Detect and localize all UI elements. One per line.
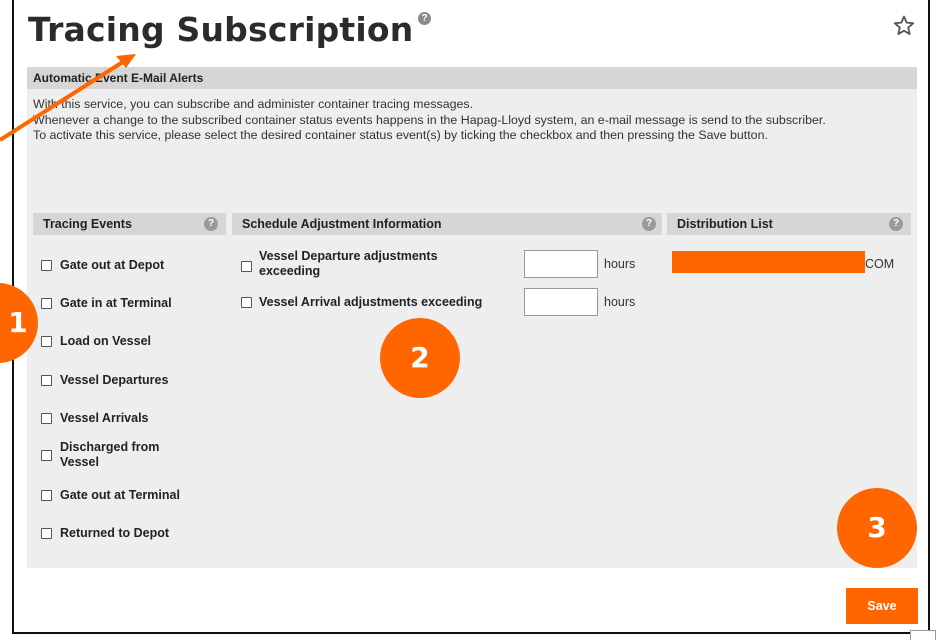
event-label: Vessel Arrivals (60, 411, 149, 425)
badge-number: 1 (8, 306, 28, 339)
arrival-adjust-checkbox[interactable] (241, 297, 252, 308)
event-label: Discharged from Vessel (60, 440, 160, 469)
checkbox[interactable] (41, 297, 52, 309)
schedule-help-icon[interactable]: ? (642, 217, 656, 231)
checkbox[interactable] (41, 259, 52, 271)
intro-text: With this service, you can subscribe and… (33, 97, 909, 144)
checkbox[interactable] (41, 449, 52, 461)
schedule-title: Schedule Adjustment Information (242, 217, 442, 231)
event-discharged-from-vessel[interactable]: Discharged from Vessel (41, 440, 191, 470)
distribution-header: Distribution List ? (667, 213, 911, 235)
distribution-title: Distribution List (677, 217, 773, 231)
event-returned-to-depot[interactable]: Returned to Depot (41, 526, 169, 540)
arrival-hours-unit: hours (604, 295, 636, 309)
event-label: Gate in at Terminal (60, 296, 172, 310)
panel-header: Automatic Event E-Mail Alerts (27, 67, 917, 89)
title-help-icon[interactable]: ? (418, 12, 431, 25)
save-button[interactable]: Save (846, 588, 918, 624)
checkbox[interactable] (41, 374, 52, 386)
corner-element (910, 630, 936, 640)
redacted-email (672, 251, 865, 273)
event-label: Gate out at Terminal (60, 488, 180, 502)
schedule-header: Schedule Adjustment Information ? (232, 213, 662, 235)
departure-hours-input[interactable] (524, 250, 598, 278)
event-vessel-departures[interactable]: Vessel Departures (41, 373, 168, 387)
alerts-panel: Automatic Event E-Mail Alerts With this … (27, 67, 917, 568)
arrival-hours-input[interactable] (524, 288, 598, 316)
checkbox[interactable] (41, 412, 52, 424)
event-gate-out-depot[interactable]: Gate out at Depot (41, 258, 164, 272)
departure-hours-unit: hours (604, 257, 636, 271)
departure-adjust-checkbox[interactable] (241, 261, 252, 272)
checkbox[interactable] (41, 527, 52, 539)
email-suffix: COM (865, 257, 895, 271)
annotation-badge-2: 2 (380, 318, 460, 398)
tracing-events-title: Tracing Events (43, 217, 132, 231)
checkbox[interactable] (41, 489, 52, 501)
intro-line: Whenever a change to the subscribed cont… (33, 112, 826, 127)
event-load-on-vessel[interactable]: Load on Vessel (41, 334, 151, 348)
annotation-badge-3: 3 (837, 488, 917, 568)
tracing-events-header: Tracing Events ? (33, 213, 226, 235)
tracing-events-help-icon[interactable]: ? (204, 217, 218, 231)
intro-line: With this service, you can subscribe and… (33, 97, 474, 111)
event-label: Load on Vessel (60, 334, 152, 348)
event-label: Gate out at Depot (60, 258, 165, 272)
distribution-help-icon[interactable]: ? (889, 217, 903, 231)
event-gate-out-terminal[interactable]: Gate out at Terminal (41, 488, 180, 502)
page-title: Tracing Subscription (28, 10, 414, 49)
star-outline-icon[interactable] (892, 14, 916, 38)
intro-line: To activate this service, please select … (33, 128, 768, 142)
event-label: Returned to Depot (60, 526, 170, 540)
event-label: Vessel Departures (60, 373, 169, 387)
departure-adjust-label: Vessel Departure adjustments exceeding (259, 249, 438, 278)
event-vessel-arrivals[interactable]: Vessel Arrivals (41, 411, 149, 425)
checkbox[interactable] (41, 335, 52, 347)
event-gate-in-terminal[interactable]: Gate in at Terminal (41, 296, 172, 310)
arrival-adjust-label: Vessel Arrival adjustments exceeding (259, 295, 483, 309)
